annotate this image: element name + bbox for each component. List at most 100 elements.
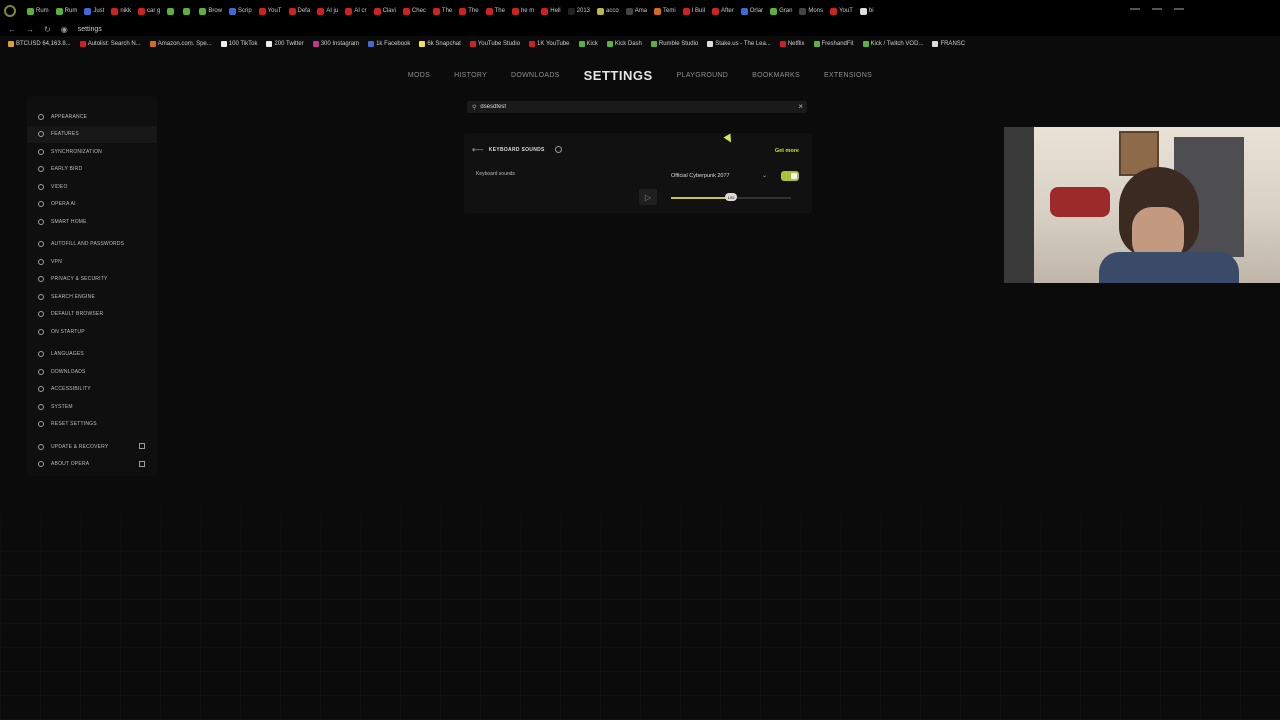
nav-playground[interactable]: PLAYGROUND (677, 72, 729, 79)
sidebar-item-autofill-and-passwords[interactable]: AUTOFILL AND PASSWORDS (27, 236, 157, 254)
back-arrow-icon[interactable]: ⟵ (472, 145, 484, 154)
sidebar-item-on-startup[interactable]: ON STARTUP (27, 323, 157, 341)
sidebar-item-update-recovery[interactable]: UPDATE & RECOVERY (27, 438, 157, 456)
browser-tab[interactable]: After (709, 3, 737, 19)
browser-tab[interactable]: I Buil (680, 3, 708, 19)
nav-mods[interactable]: MODS (408, 72, 430, 79)
bookmark-item[interactable]: Kick (578, 41, 598, 47)
nav-history[interactable]: HISTORY (454, 72, 487, 79)
browser-tab[interactable]: bi (857, 3, 877, 19)
keyboard-sounds-toggle[interactable] (781, 171, 799, 181)
url-field[interactable]: settings (78, 26, 102, 33)
nav-extensions[interactable]: EXTENSIONS (824, 72, 872, 79)
sidebar-item-about-opera[interactable]: ABOUT OPERA (27, 456, 157, 474)
tab-favicon-icon (138, 7, 146, 15)
browser-tab[interactable]: YouT (827, 3, 856, 19)
browser-tab[interactable]: The (430, 3, 455, 19)
sidebar-item-synchronization[interactable]: SYNCHRONIZATION (27, 143, 157, 161)
sidebar-item-vpn[interactable]: VPN (27, 253, 157, 271)
sidebar-item-accessibility[interactable]: ACCESSIBILITY (27, 381, 157, 399)
browser-tab[interactable] (164, 3, 179, 19)
volume-thumb[interactable]: 100 (725, 193, 737, 201)
bookmark-item[interactable]: BTCUSD 64,163.8... (8, 41, 71, 47)
sidebar-item-languages[interactable]: LANGUAGES (27, 346, 157, 364)
bookmark-item[interactable]: Netflix (779, 41, 805, 47)
browser-tab[interactable]: The (456, 3, 481, 19)
bookmark-item[interactable]: Amazon.com. Spe... (149, 41, 212, 47)
bookmark-item[interactable]: Rumble Studio (650, 41, 698, 47)
sidebar-item-system[interactable]: SYSTEM (27, 398, 157, 416)
browser-tab[interactable]: Temi (651, 3, 679, 19)
get-more-link[interactable]: Get more (775, 148, 799, 154)
bookmark-item[interactable]: 1K YouTube (529, 41, 570, 47)
browser-tab[interactable]: Clavi (371, 3, 399, 19)
browser-tab[interactable]: Rum (53, 3, 81, 19)
video-icon (38, 183, 44, 190)
tab-favicon-icon (799, 7, 807, 15)
browser-tab[interactable]: Gran (767, 3, 795, 19)
browser-tab[interactable]: acco (594, 3, 622, 19)
bookmark-item[interactable]: 100 TikTok (220, 41, 257, 47)
browser-tab[interactable]: he m (509, 3, 537, 19)
sidebar-item-early-bird[interactable]: EARLY BIRD (27, 161, 157, 179)
bookmark-item[interactable]: Kick Dash (606, 41, 642, 47)
volume-slider[interactable]: 100 (671, 193, 791, 201)
bookmark-item[interactable]: YouTube Studio (469, 41, 520, 47)
browser-tab[interactable]: Just (81, 3, 107, 19)
nav-settings[interactable]: SETTINGS (584, 68, 653, 83)
nav-bookmarks[interactable]: BOOKMARKS (752, 72, 800, 79)
sidebar-item-smart-home[interactable]: SMART HOME (27, 213, 157, 231)
browser-tab[interactable]: Hell (538, 3, 563, 19)
bookmark-item[interactable]: 300 Instagram (312, 41, 359, 47)
browser-tab[interactable] (180, 3, 195, 19)
opera-logo-icon[interactable] (4, 5, 16, 17)
sound-pack-select[interactable]: Official Cyberpunk 2077 ⌄ (667, 170, 771, 181)
site-info-icon[interactable]: ◉ (61, 25, 68, 34)
bookmark-item[interactable]: Kick / Twitch VOD... (862, 41, 923, 47)
browser-tab[interactable]: Chec (400, 3, 429, 19)
maximize-icon[interactable] (1152, 8, 1162, 10)
browser-tab[interactable]: YouT (256, 3, 285, 19)
browser-tab[interactable]: Mons (796, 3, 826, 19)
browser-tab[interactable]: The (483, 3, 508, 19)
back-icon[interactable]: ← (8, 25, 16, 34)
sidebar-item-downloads[interactable]: DOWNLOADS (27, 363, 157, 381)
browser-tab[interactable]: Orlar (738, 3, 766, 19)
browser-tab[interactable]: Scrip (226, 3, 255, 19)
play-preview-button[interactable]: ▷ (639, 189, 657, 205)
reload-icon[interactable]: ↻ (44, 25, 51, 34)
sidebar-item-default-browser[interactable]: DEFAULT BROWSER (27, 306, 157, 324)
browser-tab[interactable]: car g (135, 3, 163, 19)
browser-tab[interactable]: Brow (196, 3, 225, 19)
bookmark-item[interactable]: FreshandFit (813, 41, 854, 47)
browser-tab[interactable]: nikk (108, 3, 134, 19)
sidebar-item-privacy-security[interactable]: PRIVACY & SECURITY (27, 271, 157, 289)
info-icon[interactable] (554, 146, 562, 153)
browser-tab[interactable]: Defa (286, 3, 314, 19)
nav-downloads[interactable]: DOWNLOADS (511, 72, 560, 79)
bookmark-item[interactable]: 1k Facebook (368, 41, 410, 47)
bookmark-item[interactable]: Autolist: Search N... (79, 41, 141, 47)
sidebar-item-reset-settings[interactable]: RESET SETTINGS (27, 416, 157, 434)
sidebar-item-opera-ai[interactable]: OPERA AI (27, 196, 157, 214)
sidebar-item-appearance[interactable]: APPEARANCE (27, 108, 157, 126)
sidebar-item-search-engine[interactable]: SEARCH ENGINE (27, 288, 157, 306)
bookmark-item[interactable]: 6k Snapchat (419, 41, 461, 47)
bookmark-item[interactable]: 200 Twitter (266, 41, 304, 47)
browser-tab[interactable]: AI ju (314, 3, 341, 19)
bookmark-item[interactable]: Stake.us - The Lea... (707, 41, 771, 47)
tab-label: 2013 (576, 8, 590, 14)
power-icon (38, 328, 44, 335)
forward-icon[interactable]: → (26, 25, 34, 34)
search-input[interactable] (480, 104, 781, 110)
browser-tab[interactable]: Rum (24, 3, 52, 19)
bookmark-item[interactable]: FRANSC (932, 41, 965, 47)
clear-search-icon[interactable]: × (798, 102, 803, 111)
close-window-icon[interactable] (1174, 8, 1184, 10)
browser-tab[interactable]: Ama (623, 3, 650, 19)
minimize-icon[interactable] (1130, 8, 1140, 10)
sidebar-item-features[interactable]: FEATURES (27, 125, 157, 143)
browser-tab[interactable]: AI cr (342, 3, 369, 19)
sidebar-item-video[interactable]: VIDEO (27, 178, 157, 196)
browser-tab[interactable]: 2013 (565, 3, 593, 19)
